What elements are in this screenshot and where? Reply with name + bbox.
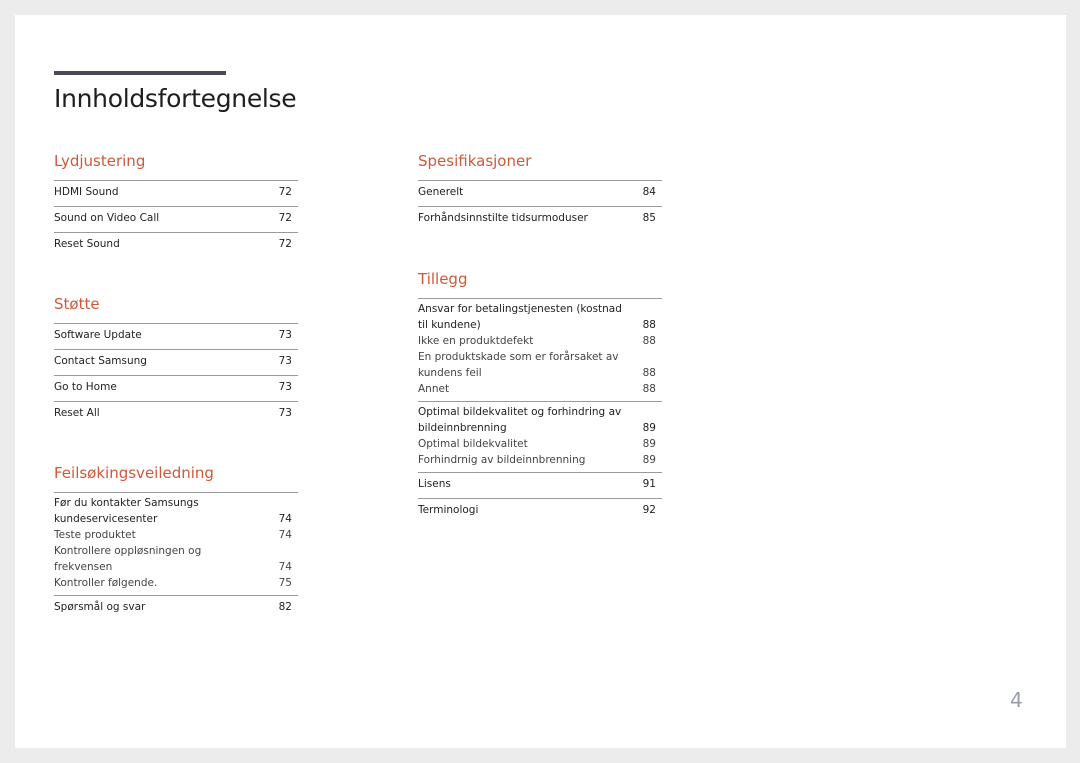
section-title: Tillegg <box>418 270 468 288</box>
toc-entry-page: 92 <box>642 504 656 516</box>
toc-entry[interactable]: Spørsmål og svar 82 <box>54 599 298 615</box>
toc-entry-page: 74 <box>278 529 292 541</box>
toc-group: Generelt 84 <box>418 180 662 206</box>
toc-entry[interactable]: Før du kontakter Samsungs kundeservicese… <box>54 495 298 527</box>
toc-entry[interactable]: Reset All 73 <box>54 405 298 421</box>
toc-entry-label: Forhindrnig av bildeinnbrenning <box>418 454 586 466</box>
toc-group: Reset Sound 72 <box>54 232 298 258</box>
toc-group: Terminologi 92 <box>418 498 662 524</box>
toc-entry[interactable]: Ansvar for betalingstjenesten (kostnad t… <box>418 301 662 333</box>
toc-group: Ansvar for betalingstjenesten (kostnad t… <box>418 298 662 401</box>
toc-entry-label: Contact Samsung <box>54 355 147 367</box>
toc-entry-label: Optimal bildekvalitet <box>418 438 528 450</box>
toc-entry[interactable]: Optimal bildekvalitet og forhindring av … <box>418 404 662 436</box>
toc-entry-page: 89 <box>642 422 656 434</box>
toc-entry-page: 73 <box>278 407 292 419</box>
toc-entry-page: 88 <box>642 367 656 379</box>
section-title: Spesifikasjoner <box>418 152 532 170</box>
toc-group: Software Update 73 <box>54 323 298 349</box>
toc-entry-label: Ikke en produktdefekt <box>418 335 534 347</box>
toc-entry-label: Generelt <box>418 186 464 198</box>
toc-entry-page: 84 <box>642 186 656 198</box>
toc-entry-page: 91 <box>642 478 656 490</box>
page-title: Innholdsfortegnelse <box>54 84 297 113</box>
toc-entry-page: 73 <box>278 381 292 393</box>
toc-entry-page: 72 <box>278 186 292 198</box>
section-title: Feilsøkingsveiledning <box>54 464 214 482</box>
toc-entry[interactable]: Contact Samsung 73 <box>54 353 298 369</box>
toc-subentry[interactable]: Teste produktet 74 <box>54 527 298 543</box>
toc-group: Før du kontakter Samsungs kundeservicese… <box>54 492 298 595</box>
toc-entry-label: Kontroller følgende. <box>54 577 158 589</box>
toc-entry-page: 82 <box>278 601 292 613</box>
toc-group: Sound on Video Call 72 <box>54 206 298 232</box>
toc-entry[interactable]: Sound on Video Call 72 <box>54 210 298 226</box>
toc-entry-label: Reset All <box>54 407 100 419</box>
toc-group: Reset All 73 <box>54 401 298 427</box>
section-spesifikasjoner: Spesifikasjoner Generelt 84 Forhåndsinnstil… <box>418 150 662 232</box>
toc-entry[interactable]: Go to Home 73 <box>54 379 298 395</box>
section-title: Støtte <box>54 295 100 313</box>
toc-entry[interactable]: Lisens 91 <box>418 476 662 492</box>
toc-entry-page: 88 <box>642 319 656 331</box>
toc-entry-label: Optimal bildekvalitet og forhindring av … <box>418 406 622 434</box>
toc-entry-page: 75 <box>278 577 292 589</box>
toc-entry-page: 73 <box>278 329 292 341</box>
toc-group: Contact Samsung 73 <box>54 349 298 375</box>
toc-entry-label: Terminologi <box>418 504 479 516</box>
toc-subentry[interactable]: Annet 88 <box>418 381 662 397</box>
toc-entry-label: Software Update <box>54 329 142 341</box>
toc-entry-label: Lisens <box>418 478 451 490</box>
toc-entry-page: 74 <box>278 513 292 525</box>
page-number: 4 <box>1010 688 1023 712</box>
toc-subentry[interactable]: Kontrollere oppløsningen og frekvensen 74 <box>54 543 298 575</box>
toc-entry-page: 89 <box>642 438 656 450</box>
toc-entry-label: Go to Home <box>54 381 117 393</box>
toc-entry[interactable]: Software Update 73 <box>54 327 298 343</box>
toc-entry-label: Forhåndsinnstilte tidsurmoduser <box>418 212 588 224</box>
toc-group: Optimal bildekvalitet og forhindring av … <box>418 401 662 472</box>
toc-entry-label: En produktskade som er forårsaket av kun… <box>418 351 619 379</box>
toc-entry-label: Sound on Video Call <box>54 212 160 224</box>
toc-subentry[interactable]: Kontroller følgende. 75 <box>54 575 298 591</box>
toc-entry-page: 72 <box>278 212 292 224</box>
toc-entry-page: 89 <box>642 454 656 466</box>
toc-entry-label: Før du kontakter Samsungs kundeservicese… <box>54 497 199 525</box>
section-feilsoking: Feilsøkingsveiledning Før du kontakter Sa… <box>54 462 298 621</box>
toc-entry[interactable]: HDMI Sound 72 <box>54 184 298 200</box>
toc-entry-page: 72 <box>278 238 292 250</box>
toc-entry-label: Reset Sound <box>54 238 120 250</box>
toc-group: Spørsmål og svar 82 <box>54 595 298 621</box>
toc-entry-page: 73 <box>278 355 292 367</box>
toc-entry-label: Teste produktet <box>54 529 136 541</box>
toc-entry[interactable]: Reset Sound 72 <box>54 236 298 252</box>
title-accent-bar <box>54 71 226 75</box>
section-title: Lydjustering <box>54 152 146 170</box>
toc-subentry[interactable]: Forhindrnig av bildeinnbrenning 89 <box>418 452 662 468</box>
toc-entry-label: Spørsmål og svar <box>54 601 146 613</box>
toc-entry-page: 88 <box>642 335 656 347</box>
toc-entry-label: HDMI Sound <box>54 186 119 198</box>
toc-subentry[interactable]: Ikke en produktdefekt 88 <box>418 333 662 349</box>
toc-subentry[interactable]: Optimal bildekvalitet 89 <box>418 436 662 452</box>
toc-group: Lisens 91 <box>418 472 662 498</box>
toc-entry-page: 85 <box>642 212 656 224</box>
toc-group: HDMI Sound 72 <box>54 180 298 206</box>
section-stotte: Støtte Software Update 73 Contact Samsung 73… <box>54 293 298 427</box>
toc-group: Forhåndsinnstilte tidsurmoduser 85 <box>418 206 662 232</box>
toc-entry[interactable]: Terminologi 92 <box>418 502 662 518</box>
toc-entry[interactable]: Generelt 84 <box>418 184 662 200</box>
toc-entry-label: Kontrollere oppløsningen og frekvensen <box>54 545 202 573</box>
toc-group: Go to Home 73 <box>54 375 298 401</box>
section-lydjustering: Lydjustering HDMI Sound 72 Sound on Video C… <box>54 150 298 258</box>
toc-entry-page: 88 <box>642 383 656 395</box>
toc-subentry[interactable]: En produktskade som er forårsaket av kun… <box>418 349 662 381</box>
toc-entry-label: Ansvar for betalingstjenesten (kostnad t… <box>418 303 622 331</box>
section-tillegg: Tillegg Ansvar for betalingstjenesten (ko… <box>418 268 662 524</box>
toc-entry-page: 74 <box>278 561 292 573</box>
toc-entry[interactable]: Forhåndsinnstilte tidsurmoduser 85 <box>418 210 662 226</box>
toc-entry-label: Annet <box>418 383 450 395</box>
